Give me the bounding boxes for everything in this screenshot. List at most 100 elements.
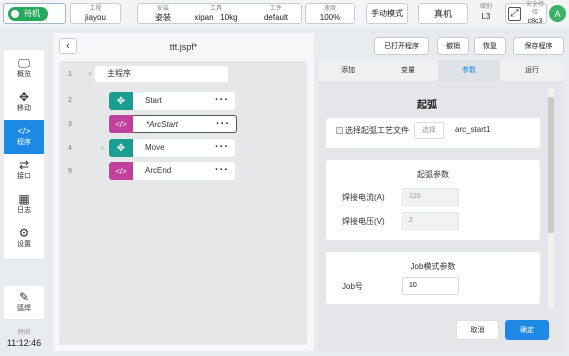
tab-params[interactable]: 参数 [438, 60, 500, 81]
line-number: 2 [68, 97, 72, 104]
more-icon[interactable]: ··· [215, 139, 229, 155]
save-program-button[interactable]: 保存程序 [513, 37, 564, 55]
expand-arrow-icon[interactable]: ▶ [101, 145, 106, 152]
weld-label: 弧焊 [17, 305, 31, 312]
params-title: 起弧 [417, 100, 437, 111]
nav-item-interface[interactable]: ⇄ 接口 [4, 154, 44, 188]
program-filename: ttt.jspf* [169, 42, 198, 52]
workpiece-value: default [263, 13, 289, 22]
line-number: 1 [68, 71, 72, 78]
clock-value: 11:12:46 [6, 338, 42, 348]
nav-item-move[interactable]: ✥ 移动 [4, 86, 44, 120]
opened-programs-button[interactable]: 已打开程序 [374, 37, 429, 55]
line-number: 4 [68, 145, 72, 152]
program-node-move[interactable]: ✥ Move ··· [109, 139, 235, 157]
status-toggle[interactable]: 待机 [8, 6, 48, 21]
manual-mode-button[interactable]: 手动模式 [366, 3, 408, 24]
project-value: jiayou [85, 13, 106, 22]
nav-label: 移动 [17, 105, 31, 112]
collapse-icon[interactable]: ▼ [87, 72, 93, 78]
line-number: 9 [68, 168, 72, 175]
level-indicator: 级别 L3 [470, 3, 502, 22]
confirm-button[interactable]: 确定 [505, 320, 549, 340]
current-input[interactable]: 120 [402, 188, 459, 206]
safety-value: c8c3 [527, 18, 543, 25]
program-node-start[interactable]: ✥ Start ··· [109, 92, 235, 110]
gear-icon: ⚙ [18, 226, 30, 240]
program-node-arcend[interactable]: </> ArcEnd ··· [109, 162, 235, 180]
clock: 时间 11:12:46 [0, 329, 48, 349]
speed-value: 100% [319, 13, 341, 22]
tab-run[interactable]: 运行 [500, 60, 564, 81]
move-icon: ✥ [18, 90, 30, 104]
more-icon[interactable]: ··· [216, 116, 230, 132]
tool-value: xipan 10kg [194, 13, 238, 22]
process-checkbox-label: 选择起弧工艺文件 [345, 126, 409, 135]
tab-variables[interactable]: 变量 [378, 60, 438, 81]
code-icon: </> [109, 162, 133, 180]
program-tree: 1 2 3 4 9 ▼ 主程序 ✥ Start ··· </> *ArcStar… [59, 61, 307, 345]
monitor-icon: 🖵 [18, 56, 30, 70]
avatar[interactable]: A [549, 5, 566, 22]
process-checkbox[interactable] [336, 127, 343, 134]
job-input[interactable]: 10 [402, 277, 459, 295]
arc-params-card: 起弧参数 焊接电流(A) 120 焊接电压(V) 2 [326, 160, 540, 240]
nav-label: 概览 [17, 71, 31, 78]
status-dot-icon [11, 9, 19, 18]
robot-status[interactable]: 待机 [3, 3, 66, 24]
program-node-arcstart[interactable]: </> *ArcStart ··· [109, 115, 237, 133]
more-icon[interactable]: ··· [215, 92, 229, 108]
install-key: 安装 [156, 6, 169, 12]
nav-item-program[interactable]: </> 程序 [4, 120, 44, 154]
safety-check-button[interactable]: ⤢ 安全校验 c8c3 [505, 2, 547, 25]
calendar-icon: ▦ [18, 192, 30, 206]
nav-label: 接口 [17, 173, 31, 180]
redo-button[interactable]: 恢复 [474, 37, 506, 55]
nav-item-log[interactable]: ▦ 日志 [4, 188, 44, 222]
project-key: 工程 [89, 6, 102, 12]
arc-params-title: 起弧参数 [417, 170, 449, 179]
tab-add[interactable]: 添加 [318, 60, 378, 81]
level-value: L3 [481, 12, 491, 21]
tab-bar: 添加 变量 参数 运行 [318, 60, 564, 81]
code-icon: </> [17, 126, 31, 136]
real-robot-button[interactable]: 真机 [418, 3, 468, 24]
speed-key: 速度 [323, 6, 336, 12]
safety-key: 安全校验 [525, 2, 544, 16]
voltage-input[interactable]: 2 [402, 212, 459, 230]
clock-key: 时间 [17, 330, 30, 336]
swap-icon: ⇄ [18, 158, 30, 172]
weld-icon: ✎ [18, 290, 30, 304]
project-box[interactable]: 工程 jiayou [70, 3, 121, 24]
nav-label: 程序 [17, 139, 31, 146]
workpiece-key: 工件 [269, 6, 282, 12]
top-bar: 待机 工程 jiayou 安装 姿装 工具 xipan 10kg 工件 defa… [0, 0, 569, 28]
line-number: 3 [68, 121, 72, 128]
nav-item-overview[interactable]: 🖵 概览 [4, 52, 44, 86]
select-file-button[interactable]: 选择 [414, 122, 444, 139]
side-nav: 🖵 概览 ✥ 移动 </> 程序 ⇄ 接口 ▦ 日志 ⚙ 设置 [4, 50, 44, 259]
nav-item-settings[interactable]: ⚙ 设置 [4, 222, 44, 256]
scrollbar[interactable] [548, 89, 554, 309]
main-program-node[interactable]: 主程序 [95, 66, 228, 82]
arc-weld-button[interactable]: ✎ 弧焊 [4, 286, 44, 319]
install-value: 姿装 [155, 13, 171, 22]
node-name: Move [145, 143, 165, 152]
scrollbar-thumb[interactable] [548, 97, 554, 233]
process-file-card: 选择起弧工艺文件 选择 arc_start1 [326, 118, 540, 148]
status-label: 待机 [24, 9, 40, 18]
job-params-card: Job模式参数 Job号 10 [326, 252, 540, 304]
undo-button[interactable]: 撤销 [437, 37, 469, 55]
node-name: Start [145, 96, 162, 105]
process-file-value: arc_start1 [455, 125, 491, 134]
job-params-title: Job模式参数 [410, 262, 456, 271]
move-icon: ✥ [109, 139, 133, 157]
more-icon[interactable]: ··· [215, 162, 229, 178]
nav-label: 日志 [17, 207, 31, 214]
cancel-button[interactable]: 取消 [456, 320, 499, 340]
program-panel: ‹ ttt.jspf* 1 2 3 4 9 ▼ 主程序 ✥ Start ··· … [53, 33, 314, 351]
config-box[interactable]: 安装 姿装 工具 xipan 10kg 工件 default [137, 3, 302, 24]
tool-key: 工具 [209, 6, 222, 12]
speed-box[interactable]: 速度 100% [305, 3, 355, 24]
voltage-label: 焊接电压(V) [342, 217, 385, 226]
